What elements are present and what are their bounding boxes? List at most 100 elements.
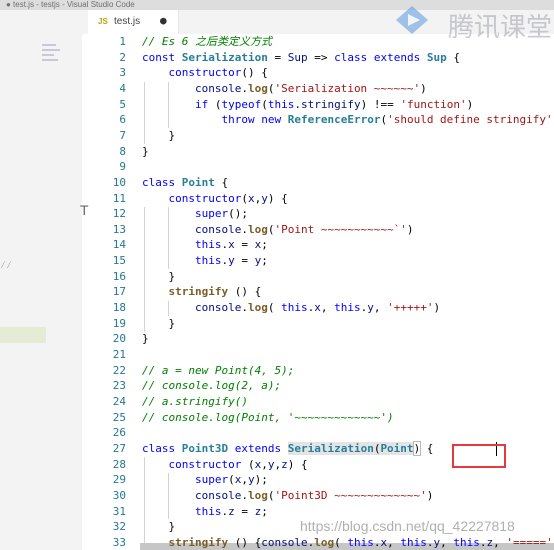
code-line[interactable]: // Es 6 之后类定义方式 — [142, 34, 272, 50]
code-line[interactable]: super(x,y); — [142, 472, 268, 488]
code-token: ) !== — [360, 97, 401, 111]
outline-minimap[interactable] — [42, 44, 62, 64]
code-token: 'Point ~~~~~~~~~~~`' — [274, 222, 407, 236]
code-token: console — [194, 222, 242, 236]
code-token: Serialization — [181, 50, 268, 64]
code-token: , — [440, 535, 454, 549]
line-number: 33 — [112, 535, 126, 549]
line-number: 32 — [112, 520, 126, 534]
code-line[interactable]: } — [142, 128, 175, 144]
code-line[interactable]: console.log('Serialization ~~~~~~') — [142, 81, 427, 97]
code-line[interactable]: } — [142, 316, 175, 332]
code-token: throw — [221, 113, 262, 127]
line-number: 26 — [112, 426, 126, 440]
code-token: . — [241, 488, 248, 502]
line-number: 9 — [119, 160, 126, 174]
code-line[interactable]: this.x = x; — [142, 237, 268, 253]
code-line[interactable]: this.y = y; — [142, 253, 268, 269]
unsaved-dot-icon[interactable]: ● — [160, 14, 167, 27]
code-token: super — [194, 207, 229, 221]
code-token: class — [334, 50, 374, 64]
split-icon: ⁄⁄ — [0, 260, 13, 271]
line-number: 21 — [112, 348, 126, 361]
code-token: 'function' — [400, 97, 467, 111]
tab-label: test.js — [114, 16, 141, 27]
line-number: 30 — [112, 488, 126, 502]
code-line[interactable]: // a = new Point(4, 5); — [142, 363, 294, 379]
code-line[interactable]: // console.log(Point, '~~~~~~~~~~~~~') — [142, 410, 394, 426]
code-token: typeof — [221, 97, 262, 111]
line-number: 3 — [119, 66, 126, 80]
code-line[interactable]: console.log( this.x, this.y, '+++++') — [142, 300, 440, 316]
code-line[interactable]: throw new ReferenceError('should define … — [142, 112, 554, 128]
code-token: // console.log(Point, '~~~~~~~~~~~~~') — [142, 410, 394, 424]
code-token: ( — [228, 473, 235, 487]
code-token: = — [234, 504, 255, 518]
code-line[interactable]: } — [142, 144, 149, 160]
code-line[interactable]: stringify () {console.log( this.x, this.… — [142, 535, 554, 550]
code-editor[interactable]: 1 // Es 6 之后类定义方式 2 const Serialization = S… — [82, 34, 554, 550]
code-token: = — [234, 254, 255, 268]
code-token: , — [241, 473, 248, 487]
code-token: Sup — [426, 50, 447, 64]
line-number: 2 — [119, 50, 126, 64]
line-number: 25 — [112, 410, 126, 424]
code-line[interactable]: class Point { — [142, 175, 228, 191]
code-line[interactable]: } — [142, 269, 175, 285]
line-number: 24 — [112, 394, 126, 408]
line-number: 16 — [112, 269, 126, 283]
code-line[interactable]: this.z = z; — [142, 504, 268, 520]
code-line[interactable]: // a.stringify() — [142, 394, 248, 410]
watermark-logo-text: 腾讯课堂 — [448, 13, 553, 43]
code-token: . — [241, 81, 248, 95]
code-line[interactable]: console.log('Point ~~~~~~~~~~~`') — [142, 222, 414, 238]
line-number: 19 — [112, 316, 126, 330]
code-token: // Es 6 之后类定义方式 — [142, 35, 272, 48]
code-token: class — [142, 441, 182, 455]
code-token: 'Point3D ~~~~~~~~~~~~~' — [274, 488, 427, 502]
code-line[interactable]: class Point3D extends Serialization(Poin… — [142, 440, 433, 457]
code-line[interactable]: constructor (x,y,z) { — [142, 457, 308, 473]
code-token: extends — [234, 441, 288, 455]
code-token: } — [142, 128, 176, 142]
line-number: 4 — [119, 81, 126, 95]
code-token: } — [142, 316, 176, 330]
tab-test-js[interactable]: JS test.js ● — [88, 10, 179, 34]
code-token: stringify — [168, 285, 229, 299]
code-token: , — [373, 301, 388, 315]
code-line[interactable]: if (typeof(this.stringify) !== 'function… — [142, 97, 473, 113]
code-token: y — [228, 254, 235, 268]
red-annotation-box — [452, 444, 506, 468]
code-token: this — [194, 238, 222, 252]
code-token: class — [142, 175, 182, 189]
code-token: ) { — [267, 191, 288, 205]
code-line[interactable]: // console.log(2, a); — [142, 378, 281, 394]
line-number: 1 — [119, 35, 126, 48]
code-token: this — [400, 535, 427, 549]
code-token: stringify — [168, 535, 229, 549]
line-number: 22 — [112, 363, 126, 377]
code-line[interactable]: constructor(x,y) { — [142, 191, 288, 207]
code-line[interactable]: } — [142, 331, 149, 347]
code-line[interactable]: stringify () { — [142, 284, 262, 300]
code-line[interactable]: const Serialization = Sup => class exten… — [142, 50, 460, 66]
code-line[interactable]: constructor() { — [142, 65, 268, 81]
code-token: log — [247, 81, 268, 95]
code-token: log — [247, 301, 268, 315]
code-token: Sup — [287, 50, 308, 64]
code-token: () { — [228, 535, 262, 549]
code-line[interactable]: console.log('Point3D ~~~~~~~~~~~~~') — [142, 488, 433, 504]
line-number: 8 — [119, 144, 126, 158]
js-file-icon: JS — [98, 17, 108, 26]
code-line[interactable]: super(); — [142, 206, 248, 222]
code-token: Point — [181, 175, 215, 189]
code-token: ) — [426, 488, 434, 502]
code-line[interactable]: } — [142, 519, 175, 535]
